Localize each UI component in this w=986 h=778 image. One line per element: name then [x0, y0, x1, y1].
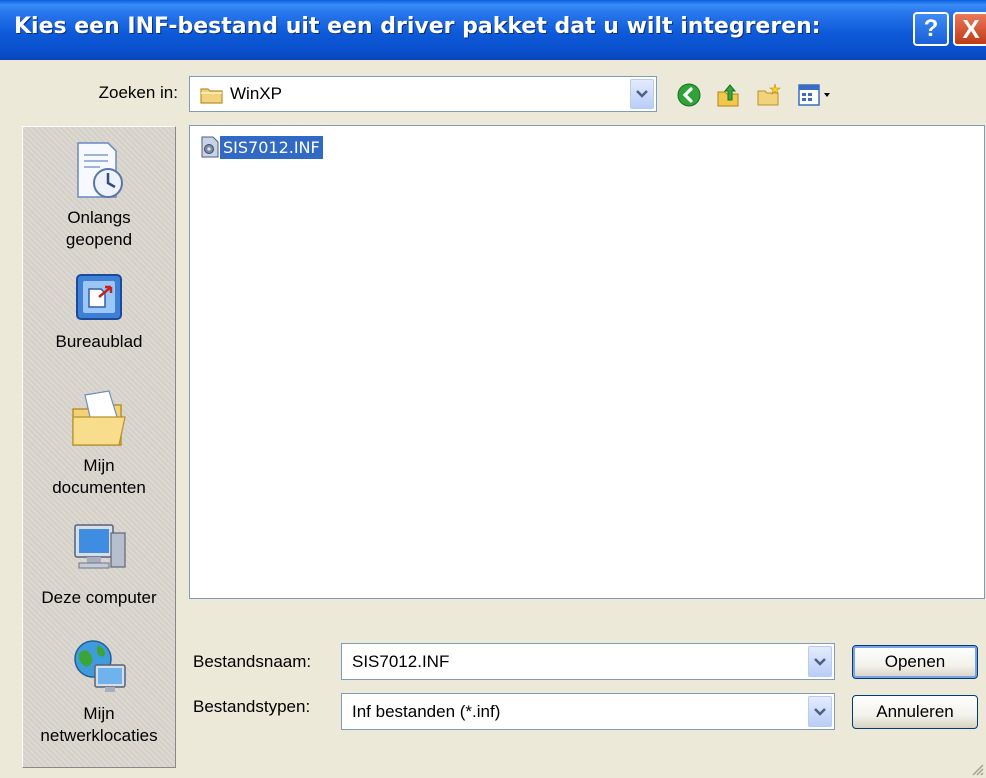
- filetype-value: Inf bestanden (*.inf): [352, 702, 501, 721]
- cancel-button[interactable]: Annuleren: [852, 695, 978, 729]
- chevron-down-icon: [814, 707, 826, 716]
- my-documents-icon: [72, 390, 126, 446]
- filetype-dropdown-button[interactable]: [808, 696, 832, 727]
- my-computer-icon: [74, 524, 126, 569]
- place-label: Deze computer: [41, 588, 157, 607]
- file-name: SIS7012.INF: [220, 135, 323, 159]
- filetype-label: Bestandstypen:: [193, 697, 311, 716]
- filename-dropdown-button[interactable]: [808, 646, 832, 677]
- filename-input[interactable]: SIS7012.INF: [341, 643, 835, 680]
- open-button[interactable]: Openen: [852, 645, 978, 679]
- up-folder-icon[interactable]: [716, 82, 742, 108]
- lookin-label: Zoeken in:: [98, 83, 178, 102]
- open-button-label: Openen: [884, 652, 946, 671]
- file-list[interactable]: SIS7012.INF: [189, 125, 985, 599]
- lookin-value: WinXP: [230, 84, 282, 103]
- place-label: Mijn documenten: [52, 456, 146, 497]
- chevron-down-icon: [636, 90, 648, 98]
- file-item[interactable]: SIS7012.INF: [200, 135, 323, 159]
- desktop-icon: [76, 274, 122, 320]
- cancel-button-label: Annuleren: [876, 702, 954, 721]
- place-documents[interactable]: Mijn documenten: [23, 387, 175, 499]
- lookin-dropdown-button[interactable]: [630, 79, 654, 109]
- place-label: Onlangs geopend: [65, 208, 133, 249]
- places-bar: Onlangs geopend Bureaublad Mijn documenten: [22, 126, 176, 768]
- view-menu-button[interactable]: [796, 82, 844, 108]
- file-open-dialog: Kies een INF-bestand uit een driver pakk…: [0, 0, 986, 778]
- back-icon[interactable]: [676, 82, 702, 108]
- filename-label: Bestandsnaam:: [193, 652, 312, 671]
- folder-icon: [200, 88, 223, 104]
- filename-value[interactable]: SIS7012.INF: [352, 652, 449, 672]
- new-folder-icon[interactable]: [756, 82, 782, 108]
- filetype-dropdown[interactable]: Inf bestanden (*.inf): [341, 693, 835, 730]
- help-icon: ?: [923, 15, 939, 42]
- place-recent[interactable]: Onlangs geopend: [23, 139, 175, 251]
- network-places-icon: [74, 640, 126, 692]
- close-button[interactable]: X: [953, 12, 986, 46]
- place-label: Bureaublad: [55, 332, 143, 351]
- place-desktop[interactable]: Bureaublad: [23, 269, 175, 353]
- resize-grip-icon[interactable]: [970, 762, 984, 776]
- chevron-down-icon: [814, 657, 826, 666]
- recent-documents-icon: [77, 142, 123, 198]
- place-label: Mijn netwerklocaties: [40, 704, 158, 745]
- place-computer[interactable]: Deze computer: [23, 519, 175, 609]
- close-icon: X: [962, 13, 980, 44]
- inf-file-icon: [201, 136, 219, 158]
- lookin-dropdown[interactable]: WinXP: [189, 76, 657, 112]
- view-menu-icon: [798, 84, 830, 106]
- title-bar[interactable]: Kies een INF-bestand uit een driver pakk…: [0, 0, 986, 60]
- window-title: Kies een INF-bestand uit een driver pakk…: [14, 14, 821, 39]
- help-button[interactable]: ?: [913, 12, 949, 46]
- place-network[interactable]: Mijn netwerklocaties: [23, 635, 175, 747]
